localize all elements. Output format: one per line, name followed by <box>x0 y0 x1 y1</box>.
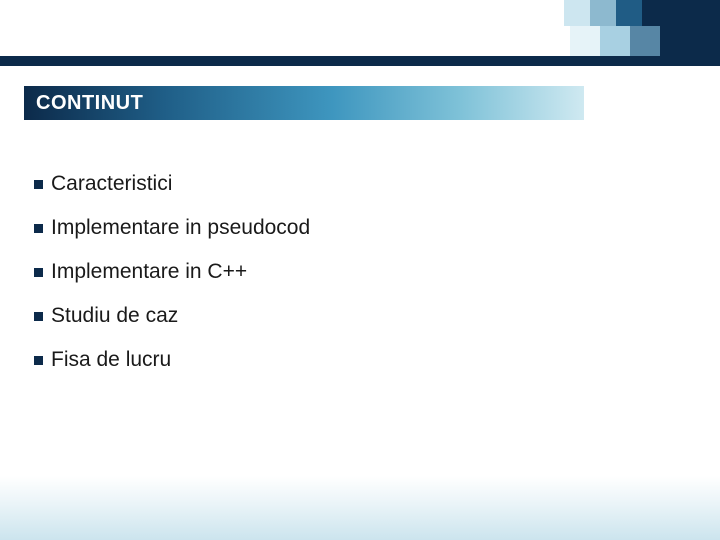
square-bullet-icon <box>34 224 43 233</box>
square-bullet-icon <box>34 356 43 365</box>
square-bullet-icon <box>34 268 43 277</box>
list-item-label: Implementare in pseudocod <box>51 216 310 240</box>
title-bar: CONTINUT <box>24 86 584 120</box>
list-item: Studiu de caz <box>34 304 680 328</box>
list-item-label: Studiu de caz <box>51 304 178 328</box>
footer-gradient <box>0 476 720 540</box>
content-list: Caracteristici Implementare in pseudocod… <box>34 172 680 392</box>
list-item: Caracteristici <box>34 172 680 196</box>
slide: CONTINUT Caracteristici Implementare in … <box>0 0 720 540</box>
list-item: Fisa de lucru <box>34 348 680 372</box>
list-item-label: Caracteristici <box>51 172 172 196</box>
list-item-label: Implementare in C++ <box>51 260 247 284</box>
corner-decoration <box>400 0 720 56</box>
list-item: Implementare in C++ <box>34 260 680 284</box>
square-bullet-icon <box>34 312 43 321</box>
square-bullet-icon <box>34 180 43 189</box>
list-item-label: Fisa de lucru <box>51 348 171 372</box>
list-item: Implementare in pseudocod <box>34 216 680 240</box>
slide-title: CONTINUT <box>36 92 143 115</box>
top-bar <box>0 56 720 66</box>
